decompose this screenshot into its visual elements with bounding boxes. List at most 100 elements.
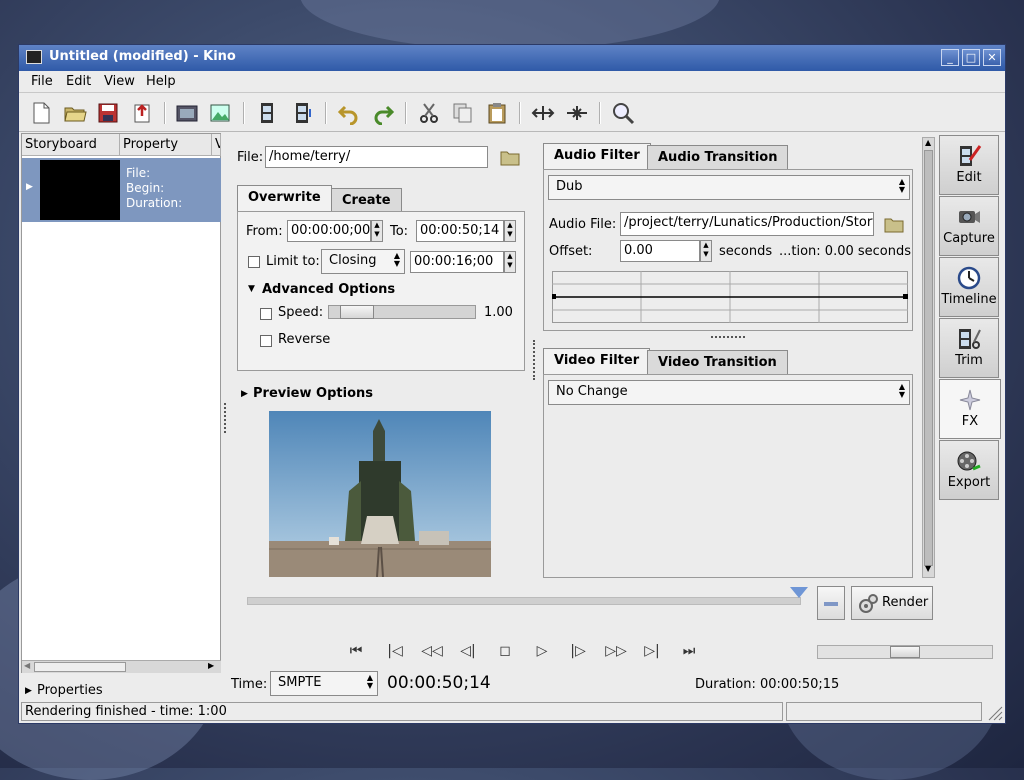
scroll-up-icon[interactable]: ▲	[925, 138, 931, 147]
offset-spinner[interactable]: ▲ ▼	[700, 240, 712, 262]
mode-export[interactable]: Export	[939, 440, 999, 500]
insert-before-icon[interactable]	[255, 101, 279, 125]
pane-splitter[interactable]	[224, 403, 227, 433]
undo-icon[interactable]	[337, 101, 361, 125]
export-icon[interactable]	[130, 101, 154, 125]
fast-forward-icon[interactable]: ▷▷	[605, 643, 627, 663]
mode-capture[interactable]: Capture	[939, 196, 999, 256]
play-icon[interactable]: ▷	[531, 643, 553, 663]
scroll-down-icon[interactable]: ▼	[925, 564, 931, 573]
mode-timeline-label: Timeline	[941, 292, 997, 307]
tab-video-transition[interactable]: Video Transition	[647, 350, 788, 374]
tab-create[interactable]: Create	[331, 188, 402, 212]
value-column-header[interactable]: V	[212, 134, 221, 156]
limit-select[interactable]: Closing ▲ ▼	[321, 249, 405, 274]
storyboard-row[interactable]: ▶ File: Begin: Duration:	[22, 158, 221, 222]
rewind-icon[interactable]: ◁◁	[421, 643, 443, 663]
properties-label[interactable]: Properties	[37, 683, 103, 698]
property-column-header[interactable]: Property	[120, 134, 212, 156]
menu-view[interactable]: View	[104, 74, 135, 89]
tab-video-filter[interactable]: Video Filter	[543, 348, 651, 375]
limit-spinner[interactable]: ▲ ▼	[504, 251, 516, 273]
render-options-button[interactable]	[817, 586, 845, 620]
reverse-checkbox[interactable]	[260, 335, 272, 347]
properties-expander-icon[interactable]: ▶	[25, 686, 32, 696]
fx-vscrollbar[interactable]: ▲ ▼	[922, 137, 935, 578]
speed-checkbox[interactable]	[260, 308, 272, 320]
mode-fx[interactable]: FX	[939, 379, 1001, 439]
tab-audio-transition[interactable]: Audio Transition	[647, 145, 789, 169]
storyboard-column-header[interactable]: Storyboard	[22, 134, 120, 156]
zoom-icon[interactable]	[611, 101, 635, 125]
to-spinner[interactable]: ▲ ▼	[504, 220, 516, 242]
limit-time-input[interactable]: 00:00:16;00	[410, 251, 504, 273]
insert-after-icon[interactable]	[290, 101, 314, 125]
advanced-expander-icon[interactable]: ▼	[248, 284, 255, 294]
audio-filter-select[interactable]: Dub ▲ ▼	[548, 175, 910, 200]
from-spinner[interactable]: ▲ ▼	[371, 220, 383, 242]
scroll-thumb[interactable]	[34, 662, 126, 672]
clock-icon	[957, 266, 981, 290]
new-icon[interactable]	[29, 101, 53, 125]
mode-timeline[interactable]: Timeline	[939, 257, 999, 317]
to-input[interactable]: 00:00:50;14	[416, 220, 504, 242]
vertical-splitter[interactable]	[711, 336, 745, 339]
minimize-button[interactable]: _	[941, 49, 959, 66]
select-arrows-icon: ▲ ▼	[898, 177, 905, 194]
save-icon[interactable]	[96, 101, 120, 125]
cut-icon[interactable]	[417, 101, 441, 125]
resize-grip-icon[interactable]	[985, 703, 1003, 721]
mode-trim[interactable]: Trim	[939, 318, 999, 378]
speed-slider[interactable]	[328, 305, 476, 319]
preview-expander-icon[interactable]: ▶	[241, 389, 248, 399]
limit-checkbox[interactable]	[248, 256, 260, 268]
join-icon[interactable]	[565, 101, 589, 125]
go-end-icon[interactable]: ⏭	[678, 643, 700, 663]
title-bar[interactable]: Untitled (modified) - Kino _ □ ✕	[19, 45, 1005, 71]
storyboard-hscrollbar[interactable]: ◀ ▶	[22, 660, 221, 673]
mode-trim-label: Trim	[955, 353, 983, 368]
go-start-icon[interactable]: ⏮	[345, 643, 367, 663]
scroll-right-icon[interactable]: ▶	[208, 661, 214, 670]
next-scene-icon[interactable]: ▷|	[641, 643, 663, 663]
shuttle-slider[interactable]	[817, 645, 993, 659]
browse-folder-icon[interactable]	[500, 148, 520, 166]
render-button[interactable]: Render	[851, 586, 933, 620]
shuttle-slider-thumb[interactable]	[890, 646, 920, 658]
stop-icon[interactable]: ◻	[494, 643, 516, 663]
speed-slider-thumb[interactable]	[340, 305, 374, 319]
tab-overwrite[interactable]: Overwrite	[237, 185, 332, 212]
menu-help[interactable]: Help	[146, 74, 176, 89]
position-marker-icon[interactable]	[790, 587, 808, 599]
close-button[interactable]: ✕	[983, 49, 1001, 66]
redo-icon[interactable]	[371, 101, 395, 125]
time-format-select[interactable]: SMPTE ▲ ▼	[270, 671, 378, 696]
scroll-thumb[interactable]	[924, 150, 933, 566]
expander-icon[interactable]: ▶	[26, 182, 33, 192]
import-image-icon[interactable]	[208, 101, 232, 125]
save-frame-icon[interactable]	[175, 101, 199, 125]
offset-input[interactable]: 0.00	[620, 240, 700, 262]
scroll-left-icon[interactable]: ◀	[24, 661, 30, 670]
paste-icon[interactable]	[485, 101, 509, 125]
split-icon[interactable]	[531, 101, 555, 125]
open-icon[interactable]	[63, 101, 87, 125]
advanced-options-label[interactable]: Advanced Options	[262, 282, 395, 297]
previous-frame-icon[interactable]: ◁|	[457, 643, 479, 663]
fx-file-input[interactable]: /home/terry/	[265, 146, 488, 168]
maximize-button[interactable]: □	[962, 49, 980, 66]
from-input[interactable]: 00:00:00;00	[287, 220, 371, 242]
copy-icon[interactable]	[451, 101, 475, 125]
video-filter-select[interactable]: No Change ▲ ▼	[548, 380, 910, 405]
preview-options-label[interactable]: Preview Options	[253, 386, 373, 401]
menu-file[interactable]: File	[31, 74, 53, 89]
audio-file-input[interactable]: /project/terry/Lunatics/Production/Story…	[620, 212, 874, 236]
menu-edit[interactable]: Edit	[66, 74, 91, 89]
next-frame-icon[interactable]: |▷	[567, 643, 589, 663]
pane-splitter-right[interactable]	[533, 340, 536, 380]
mode-edit[interactable]: Edit	[939, 135, 999, 195]
audio-browse-folder-icon[interactable]	[884, 215, 904, 233]
audio-envelope-graph[interactable]	[552, 271, 908, 323]
tab-audio-filter[interactable]: Audio Filter	[543, 143, 651, 170]
previous-scene-icon[interactable]: |◁	[384, 643, 406, 663]
